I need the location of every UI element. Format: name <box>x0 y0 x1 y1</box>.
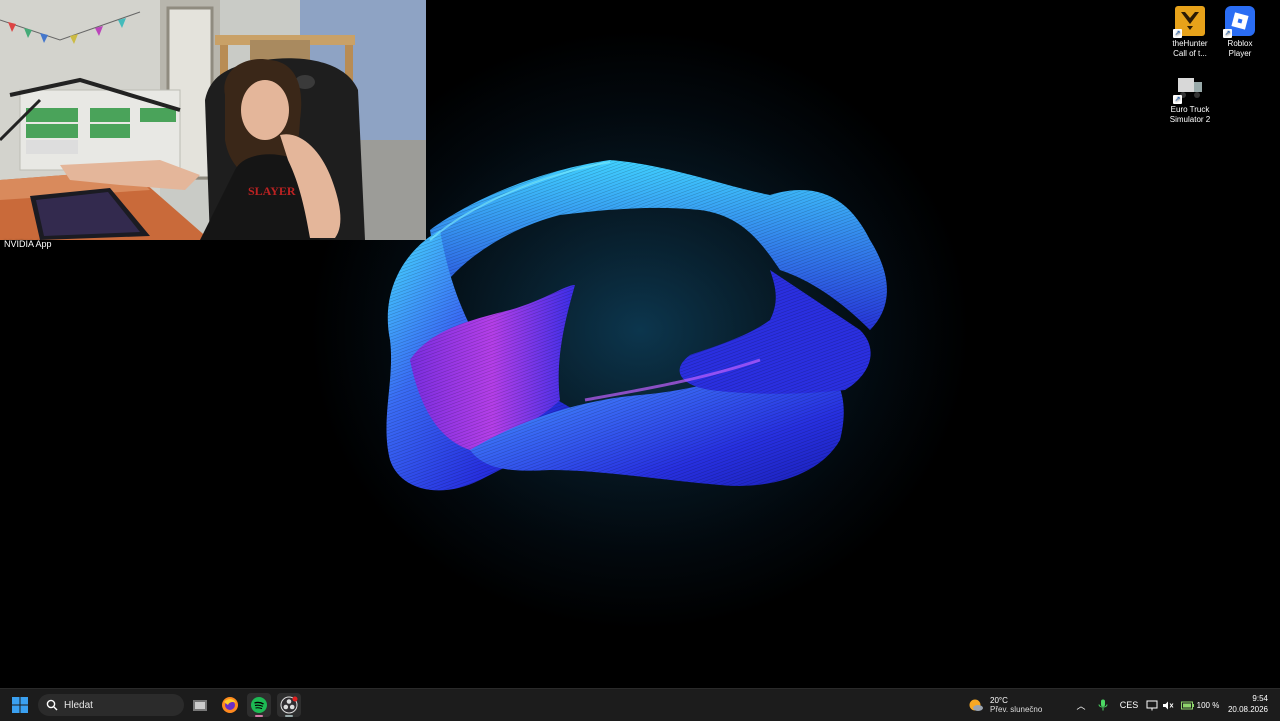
battery-icon <box>1180 701 1194 709</box>
show-hidden-icons-button[interactable]: ︿ <box>1074 697 1088 713</box>
taskbar-app-firefox[interactable] <box>218 693 242 717</box>
taskbar-app-obs[interactable] <box>277 693 301 717</box>
desktop-icon-label: theHunter Call of t... <box>1172 39 1208 58</box>
weather-widget[interactable]: 20°C Přev. slunečno <box>968 693 1042 717</box>
windows-logo-icon <box>12 697 28 713</box>
shortcut-arrow-icon: ↗ <box>1223 29 1232 38</box>
taskbar-app-file-explorer[interactable] <box>188 693 212 717</box>
language-indicator[interactable]: CES <box>1118 697 1140 713</box>
network-tray-button[interactable] <box>1146 697 1158 713</box>
desktop[interactable]: SLAYER NVIDIA App ↗ theHunter Call of t.… <box>0 0 1280 688</box>
microphone-tray-button[interactable] <box>1096 697 1110 713</box>
search-label: Hledat <box>64 699 93 711</box>
shirt-logo-text: SLAYER <box>248 184 296 198</box>
weather-temperature: 20°C <box>990 696 1008 705</box>
taskbar-search[interactable]: Hledat <box>38 694 184 716</box>
partly-sunny-icon <box>969 699 983 711</box>
roblox-icon: ↗ <box>1223 6 1255 38</box>
volume-tray-button[interactable] <box>1162 697 1174 713</box>
shortcut-arrow-icon: ↗ <box>1173 29 1182 38</box>
start-button[interactable] <box>8 693 32 717</box>
taskbar-app-spotify[interactable] <box>247 693 271 717</box>
active-indicator <box>285 715 293 717</box>
network-icon <box>1146 700 1158 710</box>
active-indicator <box>255 715 263 717</box>
microphone-icon <box>1098 699 1108 711</box>
clock-date: 20.08.2026 <box>1227 705 1268 714</box>
desktop-icon-label: Euro Truck Simulator 2 <box>1169 105 1211 124</box>
webcam-feed: SLAYER <box>0 0 426 240</box>
folder-icon <box>193 700 207 711</box>
obs-icon <box>280 696 298 714</box>
spotify-icon <box>251 697 267 713</box>
chevron-up-icon: ︿ <box>1076 700 1086 711</box>
weather-condition: Přev. slunečno <box>990 705 1043 714</box>
thehunter-game-icon: ↗ <box>1173 6 1205 38</box>
firefox-icon <box>222 697 238 713</box>
volume-muted-icon <box>1163 701 1174 709</box>
desktop-icon-roblox[interactable]: ↗ Roblox Player <box>1216 6 1264 59</box>
desktop-icon-label: Roblox Player <box>1227 39 1253 58</box>
shortcut-arrow-icon: ↗ <box>1173 95 1182 104</box>
battery-tray-button[interactable]: 100 % <box>1180 697 1220 713</box>
desktop-icon-euro-truck[interactable]: ↗ Euro Truck Simulator 2 <box>1166 72 1214 125</box>
clock-time: 9:54 <box>1252 694 1268 703</box>
truck-icon: ↗ <box>1173 72 1205 104</box>
clock[interactable]: 9:54 20.08.2026 <box>1228 693 1268 715</box>
battery-percentage: 100 % <box>1196 700 1220 710</box>
webcam-label: NVIDIA App <box>4 239 52 249</box>
webcam-overlay[interactable]: SLAYER <box>0 0 426 240</box>
desktop-icon-thehunter[interactable]: ↗ theHunter Call of t... <box>1166 6 1214 59</box>
search-icon <box>46 699 58 711</box>
taskbar: Hledat 20°C Přev. slunečno ︿ CES 100 % 9… <box>0 688 1280 721</box>
